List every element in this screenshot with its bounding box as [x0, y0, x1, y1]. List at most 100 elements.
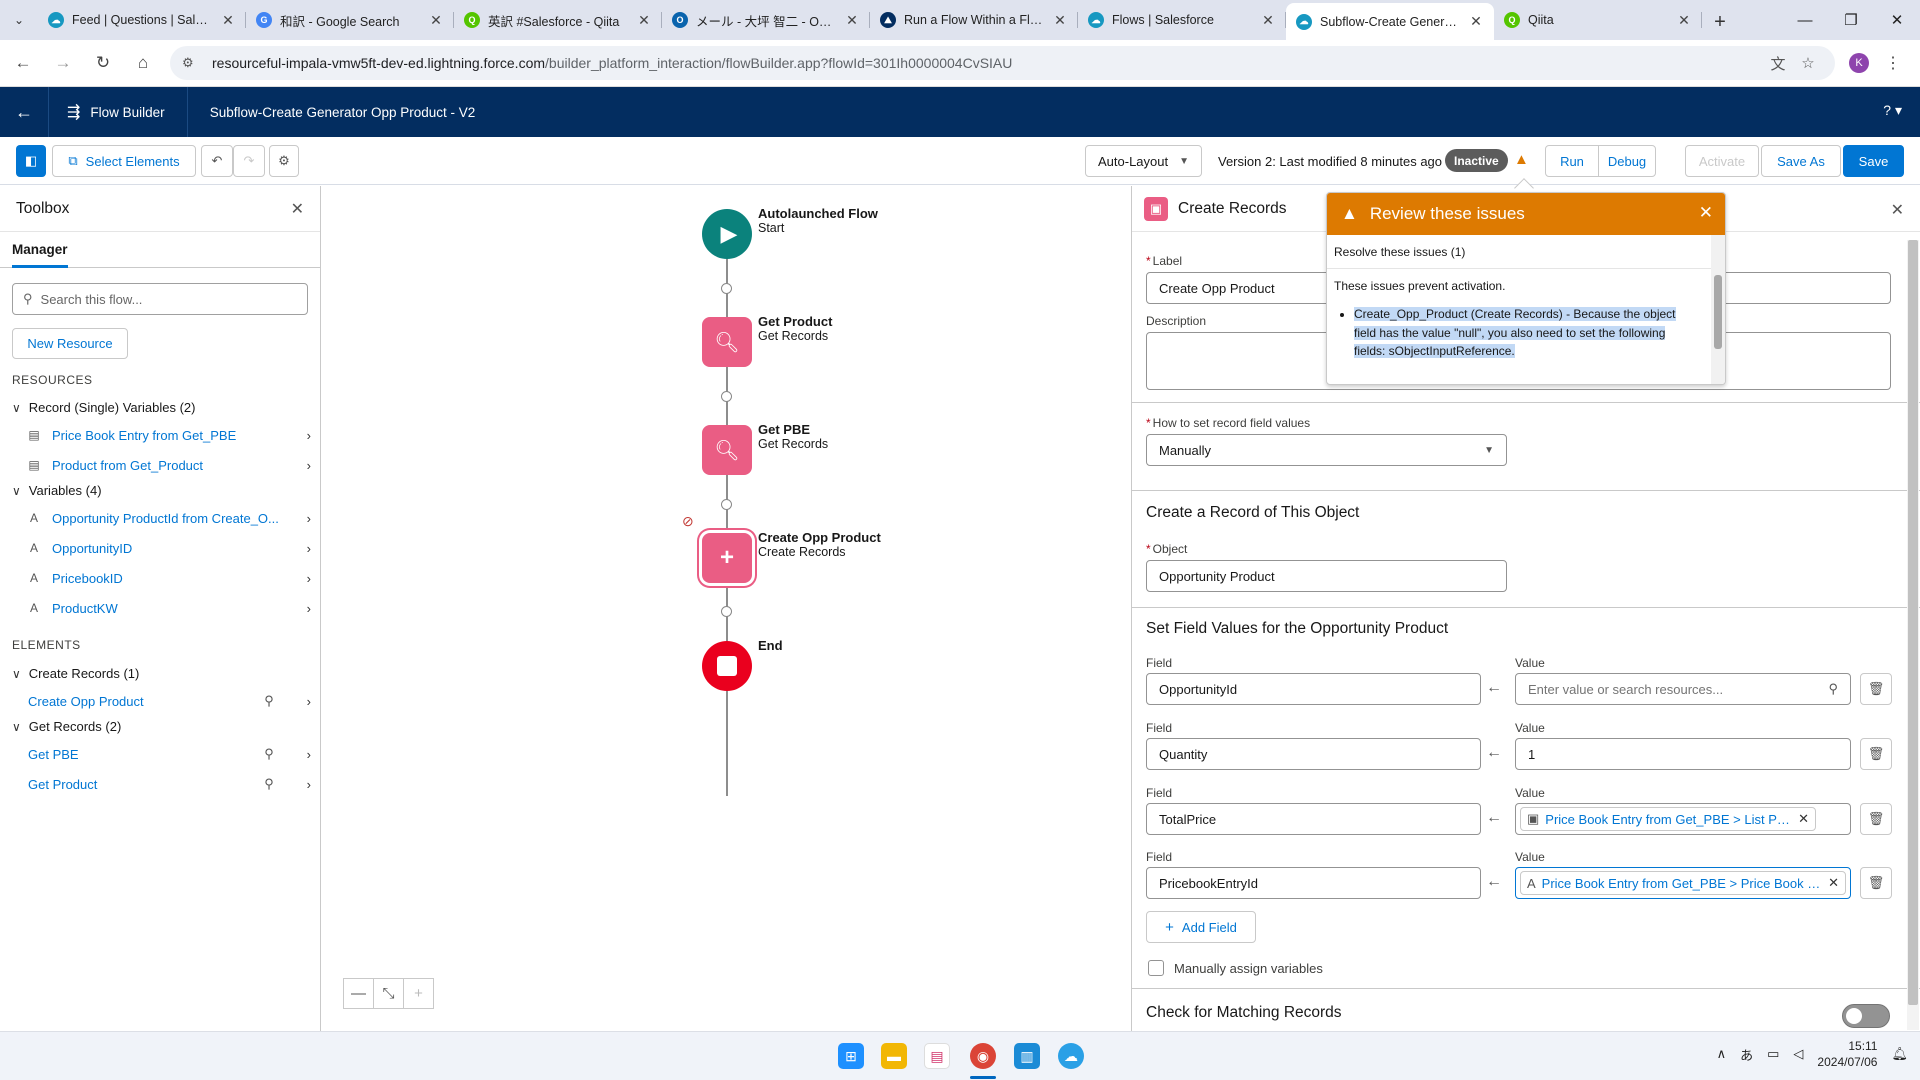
- save-button[interactable]: Save: [1843, 145, 1904, 177]
- url-text[interactable]: resourceful-impala-vmw5ft-dev-ed.lightni…: [212, 55, 1763, 71]
- element-item[interactable]: Get PBE ⚲ ›: [28, 743, 311, 765]
- resource-pill[interactable]: ▣ Price Book Entry from Get_PBE > List Pr…: [1520, 807, 1816, 831]
- toggle-toolbox-icon[interactable]: ◧: [16, 145, 46, 177]
- zoom-out-icon[interactable]: —: [343, 978, 374, 1009]
- find-on-canvas-icon[interactable]: ⚲: [259, 746, 279, 762]
- site-info-icon[interactable]: ⚙: [182, 55, 202, 71]
- bookmark-star-icon[interactable]: ☆: [1793, 54, 1823, 72]
- get-records-node[interactable]: 🔍︎: [702, 425, 752, 475]
- browser-tab[interactable]: ☁ Feed | Questions | Salesfo ✕: [38, 3, 246, 37]
- resource-item[interactable]: A OpportunityID ›: [26, 537, 311, 559]
- record-variables-group[interactable]: ∨ Record (Single) Variables (2): [12, 400, 195, 415]
- chevron-right-icon[interactable]: ›: [291, 458, 311, 473]
- delete-row-icon[interactable]: 🗑︎: [1860, 867, 1892, 899]
- delete-row-icon[interactable]: 🗑︎: [1860, 738, 1892, 770]
- notification-bell-icon[interactable]: 🔔︎: [1891, 1046, 1908, 1062]
- add-element-connector[interactable]: [721, 499, 732, 510]
- debug-button[interactable]: Debug: [1598, 145, 1656, 177]
- close-tab-icon[interactable]: ✕: [220, 12, 236, 29]
- close-window-icon[interactable]: ✕: [1874, 0, 1920, 40]
- element-item[interactable]: Get Product ⚲ ›: [28, 773, 311, 795]
- chevron-right-icon[interactable]: ›: [291, 541, 311, 556]
- chevron-right-icon[interactable]: ›: [291, 694, 311, 709]
- flow-settings-icon[interactable]: ⚙: [269, 145, 299, 177]
- resource-item[interactable]: ▤ Product from Get_Product ›: [26, 454, 311, 476]
- browser-tab[interactable]: O メール - 大坪 智二 - Outloo ✕: [662, 3, 870, 37]
- undo-icon[interactable]: ↶: [201, 145, 233, 177]
- close-icon[interactable]: ✕: [1699, 203, 1713, 223]
- remove-pill-icon[interactable]: ✕: [1798, 811, 1809, 827]
- warning-icon[interactable]: ▲: [1514, 151, 1529, 168]
- browser-tab[interactable]: Q Qiita ✕: [1494, 3, 1702, 37]
- clock[interactable]: 15:11 2024/07/06: [1817, 1038, 1877, 1070]
- resource-item[interactable]: A ProductKW ›: [26, 597, 311, 619]
- help-menu[interactable]: ? ▾: [1883, 102, 1902, 119]
- resource-item[interactable]: ▤ Price Book Entry from Get_PBE ›: [26, 424, 311, 446]
- activate-button[interactable]: Activate: [1685, 145, 1759, 177]
- checkbox-box[interactable]: [1148, 960, 1164, 976]
- close-tab-icon[interactable]: ✕: [1676, 12, 1692, 29]
- notepad-icon[interactable]: ▤: [924, 1043, 950, 1069]
- home-icon[interactable]: ⌂: [126, 46, 160, 80]
- value-input[interactable]: A Price Book Entry from Get_PBE > Price B…: [1515, 867, 1851, 899]
- delete-row-icon[interactable]: 🗑︎: [1860, 803, 1892, 835]
- chevron-right-icon[interactable]: ›: [291, 511, 311, 526]
- close-tab-icon[interactable]: ✕: [1468, 13, 1484, 30]
- error-icon[interactable]: ⊘: [682, 513, 694, 530]
- variables-group[interactable]: ∨ Variables (4): [12, 483, 102, 498]
- get-records-group[interactable]: ∨ Get Records (2): [12, 719, 121, 734]
- new-tab-button[interactable]: +: [1702, 4, 1738, 40]
- chevron-right-icon[interactable]: ›: [291, 428, 311, 443]
- get-records-node[interactable]: 🔍︎: [702, 317, 752, 367]
- value-input[interactable]: Enter value or search resources... ⚲: [1515, 673, 1851, 705]
- chevron-up-icon[interactable]: ∧: [1717, 1046, 1727, 1062]
- add-element-connector[interactable]: [721, 391, 732, 402]
- windows-start-icon[interactable]: ⊞: [838, 1043, 864, 1069]
- add-element-connector[interactable]: [721, 606, 732, 617]
- tab-manager[interactable]: Manager: [12, 232, 68, 268]
- browser-tab[interactable]: ☁ Flows | Salesforce ✕: [1078, 3, 1286, 37]
- create-records-group[interactable]: ∨ Create Records (1): [12, 666, 139, 681]
- field-picker[interactable]: Quantity: [1146, 738, 1481, 770]
- weather-app-icon[interactable]: ☁: [1058, 1043, 1084, 1069]
- chrome-icon[interactable]: ◉: [970, 1043, 996, 1069]
- save-as-button[interactable]: Save As: [1761, 145, 1841, 177]
- chevron-right-icon[interactable]: ›: [291, 777, 311, 792]
- matching-records-toggle[interactable]: [1842, 1004, 1890, 1028]
- browser-tab[interactable]: G 和訳 - Google Search ✕: [246, 3, 454, 37]
- add-element-connector[interactable]: [721, 283, 732, 294]
- file-explorer-icon[interactable]: ▬: [881, 1043, 907, 1069]
- value-input[interactable]: ▣ Price Book Entry from Get_PBE > List Pr…: [1515, 803, 1851, 835]
- object-input[interactable]: Opportunity Product: [1146, 560, 1507, 592]
- back-arrow-icon[interactable]: ←: [0, 102, 48, 123]
- url-bar[interactable]: ⚙ resourceful-impala-vmw5ft-dev-ed.light…: [170, 46, 1835, 80]
- search-input[interactable]: ⚲ Search this flow...: [12, 283, 308, 315]
- chevron-right-icon[interactable]: ›: [291, 747, 311, 762]
- manual-assign-checkbox[interactable]: Manually assign variables: [1148, 960, 1323, 976]
- close-tab-icon[interactable]: ✕: [636, 12, 652, 29]
- add-field-button[interactable]: + Add Field: [1146, 911, 1256, 943]
- remove-pill-icon[interactable]: ✕: [1828, 875, 1839, 891]
- resource-pill[interactable]: A Price Book Entry from Get_PBE > Price B…: [1520, 871, 1846, 895]
- network-icon[interactable]: ▭: [1767, 1046, 1779, 1062]
- flow-canvas[interactable]: ▶ Autolaunched Flow Start 🔍︎ Get Product G…: [322, 186, 1131, 1031]
- run-button[interactable]: Run: [1545, 145, 1599, 177]
- volume-icon[interactable]: ◁: [1793, 1046, 1803, 1062]
- translate-icon[interactable]: 文: [1763, 53, 1793, 74]
- close-icon[interactable]: ✕: [291, 199, 304, 219]
- restore-icon[interactable]: ❐: [1828, 0, 1874, 40]
- reload-icon[interactable]: ↻: [86, 46, 120, 80]
- profile-avatar[interactable]: K: [1849, 53, 1869, 73]
- select-elements-button[interactable]: ⧉ Select Elements: [52, 145, 196, 177]
- forward-icon[interactable]: →: [46, 46, 80, 80]
- browser-menu-icon[interactable]: ⋮: [1885, 53, 1901, 73]
- issue-item[interactable]: Create_Opp_Product (Create Records) - Be…: [1354, 305, 1694, 361]
- close-tab-icon[interactable]: ✕: [428, 12, 444, 29]
- panel-scrollbar[interactable]: [1907, 240, 1919, 1030]
- tab-search-button[interactable]: ⌄: [0, 0, 38, 40]
- minimize-icon[interactable]: —: [1782, 0, 1828, 40]
- find-on-canvas-icon[interactable]: ⚲: [259, 693, 279, 709]
- browser-tab[interactable]: ☁ Subflow-Create Generato ✕: [1286, 3, 1494, 40]
- element-item[interactable]: Create Opp Product ⚲ ›: [28, 690, 311, 712]
- create-records-node[interactable]: +: [702, 533, 752, 583]
